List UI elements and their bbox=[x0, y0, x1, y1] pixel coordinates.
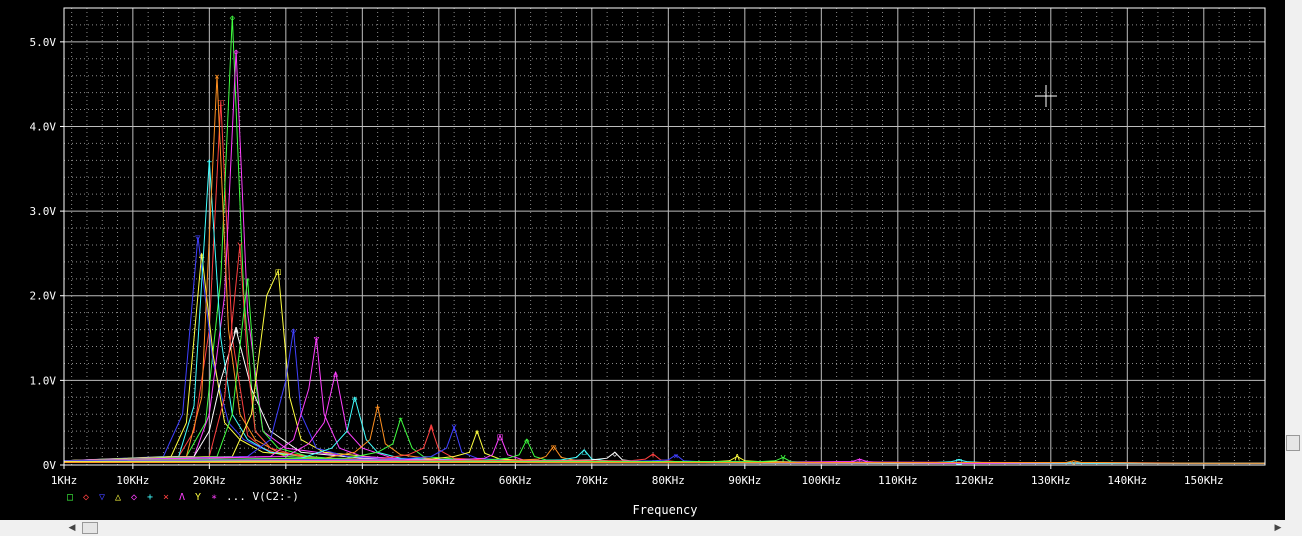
series-marker: × bbox=[673, 452, 678, 462]
horizontal-scrollbar[interactable]: ◀ ▶ bbox=[0, 520, 1285, 536]
series-marker: Λ bbox=[233, 327, 239, 337]
series-marker: ◇ bbox=[352, 394, 358, 404]
x-tick-label: 90KHz bbox=[728, 474, 761, 487]
series-marker: ◇ bbox=[524, 437, 530, 447]
x-tick-label: 100KHz bbox=[801, 474, 841, 487]
series-marker: Λ bbox=[428, 424, 434, 434]
series-marker: × bbox=[398, 415, 403, 425]
x-tick-label: 50KHz bbox=[422, 474, 455, 487]
series-marker: + bbox=[375, 403, 381, 413]
legend-marker: ▽ bbox=[99, 492, 105, 503]
x-tick-label: 30KHz bbox=[269, 474, 302, 487]
x-tick-label: 110KHz bbox=[878, 474, 918, 487]
y-tick-label: 4.0V bbox=[30, 120, 57, 133]
series-marker: ◇ bbox=[612, 449, 618, 459]
series-marker: △ bbox=[581, 447, 587, 457]
scroll-left-arrow-icon[interactable]: ◀ bbox=[64, 520, 80, 536]
series-marker: □ bbox=[275, 267, 281, 277]
legend-marker: Λ bbox=[179, 492, 185, 503]
series-marker: □ bbox=[497, 432, 503, 442]
x-tick-label: 120KHz bbox=[954, 474, 994, 487]
legend-marker: × bbox=[163, 492, 169, 503]
legend-marker: ∗ bbox=[211, 492, 217, 503]
y-tick-label: 1.0V bbox=[30, 374, 57, 387]
x-tick-label: 140KHz bbox=[1107, 474, 1147, 487]
series-marker: ◇ bbox=[1071, 458, 1077, 468]
series-marker: × bbox=[214, 73, 219, 83]
vertical-scrollbar[interactable] bbox=[1285, 0, 1302, 520]
series-marker: + bbox=[207, 157, 213, 167]
legend-marker: Y bbox=[195, 492, 201, 503]
series-marker: Y bbox=[451, 424, 457, 434]
series-marker: ◇ bbox=[233, 47, 239, 57]
y-tick-label: 2.0V bbox=[30, 290, 57, 303]
frequency-plot[interactable]: □◇▽△◇+×ΛY∗□◇▽△◇+×Λ Y ∗ □ ◇▽ △ ◇ + × Λ Y ∗ □ ◇ 0V1.0V2… bbox=[0, 0, 1285, 520]
series-marker: ∗ bbox=[245, 276, 250, 286]
series-marker: ▽ bbox=[195, 234, 201, 244]
legend-marker: ◇ bbox=[131, 492, 137, 503]
series-marker: ▽ bbox=[551, 443, 557, 453]
legend-marker: ◇ bbox=[83, 492, 89, 503]
series-marker: □ bbox=[218, 98, 224, 108]
legend-marker: □ bbox=[67, 492, 73, 503]
x-tick-label: 40KHz bbox=[346, 474, 379, 487]
vertical-scrollbar-thumb[interactable] bbox=[1286, 435, 1300, 451]
x-tick-label: 60KHz bbox=[499, 474, 532, 487]
x-axis-label: Frequency bbox=[632, 503, 697, 517]
y-tick-label: 0V bbox=[43, 459, 57, 472]
series-marker: ∗ bbox=[474, 428, 479, 438]
legend-marker: + bbox=[147, 492, 153, 503]
series-marker: Y bbox=[237, 242, 243, 252]
series-marker: △ bbox=[333, 369, 339, 379]
legend-trace-name: ... V(C2:-) bbox=[226, 490, 299, 503]
series-marker: ◇ bbox=[230, 13, 236, 23]
scroll-right-arrow-icon[interactable]: ▶ bbox=[1270, 520, 1286, 536]
y-tick-label: 3.0V bbox=[30, 205, 57, 218]
series-marker: ◇ bbox=[291, 327, 297, 337]
x-tick-label: 20KHz bbox=[193, 474, 226, 487]
x-tick-label: 10KHz bbox=[116, 474, 149, 487]
x-tick-label: 1KHz bbox=[51, 474, 78, 487]
legend: □ ◇ ▽ △ ◇ + × Λ Y ∗ ... V(C2:-) bbox=[67, 490, 299, 503]
x-tick-label: 80KHz bbox=[652, 474, 685, 487]
series-marker: ▽ bbox=[314, 335, 320, 345]
horizontal-scrollbar-thumb[interactable] bbox=[82, 522, 98, 534]
x-tick-label: 130KHz bbox=[1031, 474, 1071, 487]
scrollbar-corner bbox=[1285, 520, 1302, 536]
plot-background bbox=[0, 0, 1285, 520]
series-marker: + bbox=[650, 451, 656, 461]
y-tick-label: 5.0V bbox=[30, 36, 57, 49]
x-tick-label: 150KHz bbox=[1184, 474, 1224, 487]
legend-marker: △ bbox=[115, 492, 121, 503]
x-tick-label: 70KHz bbox=[575, 474, 608, 487]
